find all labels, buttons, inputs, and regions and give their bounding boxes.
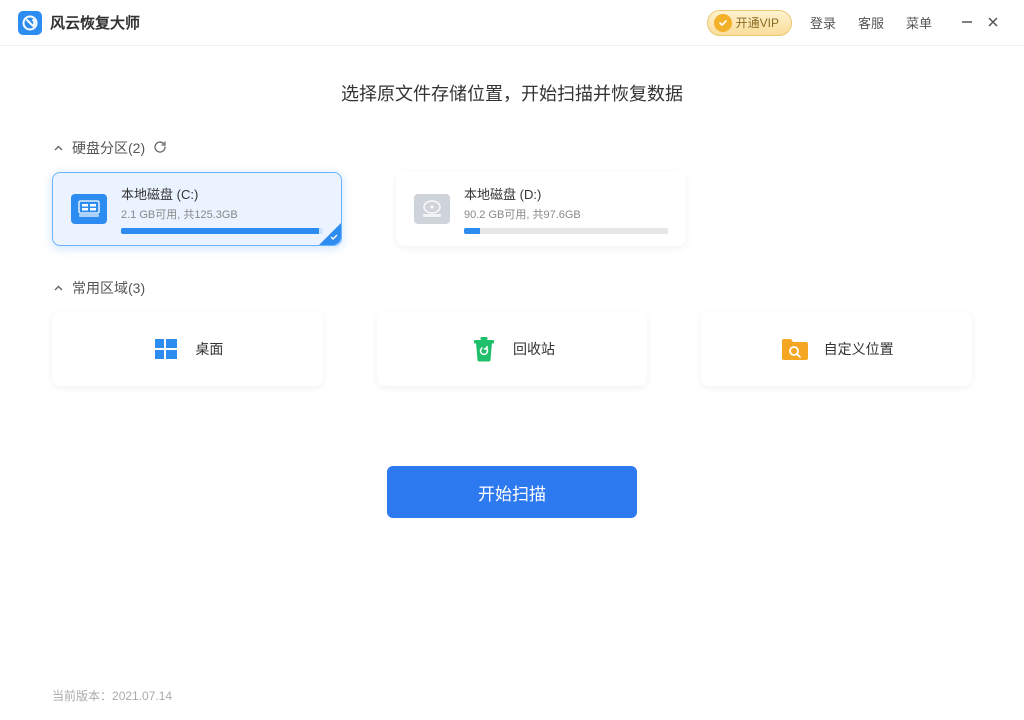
disk-stats: 2.1 GB可用, 共125.3GB <box>121 206 323 222</box>
app-logo-icon <box>18 11 42 35</box>
disk-card-d[interactable]: 本地磁盘 (D:) 90.2 GB可用, 共97.6GB <box>396 172 686 246</box>
disk-hdd-icon <box>414 194 450 224</box>
version-prefix: 当前版本： <box>52 689 112 703</box>
vip-checkmark-icon <box>714 14 732 32</box>
disk-info: 本地磁盘 (D:) 90.2 GB可用, 共97.6GB <box>464 184 668 234</box>
areas-section-label: 常用区域(3) <box>72 278 145 298</box>
area-label: 桌面 <box>195 339 223 359</box>
disk-cards-row: 本地磁盘 (C:) 2.1 GB可用, 共125.3GB 本地磁盘 (D:) 9… <box>52 172 972 246</box>
main-content: 选择原文件存储位置，开始扫描并恢复数据 硬盘分区(2) 本地磁盘 (C:) 2.… <box>0 46 1024 518</box>
folder-search-icon <box>780 335 810 363</box>
support-link[interactable]: 客服 <box>858 13 884 32</box>
area-card-recycle[interactable]: 回收站 <box>377 312 648 386</box>
areas-section-header[interactable]: 常用区域(3) <box>52 278 972 298</box>
area-cards-row: 桌面 回收站 自定义位置 <box>52 312 972 386</box>
disk-usage-bar <box>464 228 668 234</box>
disk-info: 本地磁盘 (C:) 2.1 GB可用, 共125.3GB <box>121 184 323 234</box>
vip-label: 开通VIP <box>736 14 779 31</box>
disk-name: 本地磁盘 (C:) <box>121 184 323 203</box>
page-title: 选择原文件存储位置，开始扫描并恢复数据 <box>52 80 972 106</box>
version-number: 2021.07.14 <box>112 689 172 703</box>
disk-ssd-icon <box>71 194 107 224</box>
windows-icon <box>151 335 181 363</box>
disk-card-c[interactable]: 本地磁盘 (C:) 2.1 GB可用, 共125.3GB <box>52 172 342 246</box>
chevron-up-icon <box>52 142 64 154</box>
chevron-up-icon <box>52 282 64 294</box>
app-title: 风云恢复大师 <box>50 12 140 33</box>
disk-stats: 90.2 GB可用, 共97.6GB <box>464 206 668 222</box>
recycle-bin-icon <box>469 335 499 363</box>
disk-usage-bar <box>121 228 323 234</box>
vip-button[interactable]: 开通VIP <box>707 10 792 36</box>
start-scan-button[interactable]: 开始扫描 <box>387 466 637 518</box>
selected-check-icon <box>329 232 339 245</box>
minimize-button[interactable] <box>954 15 980 31</box>
titlebar: 风云恢复大师 开通VIP 登录 客服 菜单 <box>0 0 1024 46</box>
refresh-icon[interactable] <box>153 140 167 157</box>
area-card-custom[interactable]: 自定义位置 <box>701 312 972 386</box>
disks-section-label: 硬盘分区(2) <box>72 138 145 158</box>
login-link[interactable]: 登录 <box>810 13 836 32</box>
disks-section-header[interactable]: 硬盘分区(2) <box>52 138 972 158</box>
disk-name: 本地磁盘 (D:) <box>464 184 668 203</box>
area-label: 回收站 <box>513 339 555 359</box>
close-button[interactable] <box>980 15 1006 31</box>
version-footer: 当前版本：2021.07.14 <box>52 687 172 704</box>
area-card-desktop[interactable]: 桌面 <box>52 312 323 386</box>
menu-link[interactable]: 菜单 <box>906 13 932 32</box>
area-label: 自定义位置 <box>824 339 894 359</box>
